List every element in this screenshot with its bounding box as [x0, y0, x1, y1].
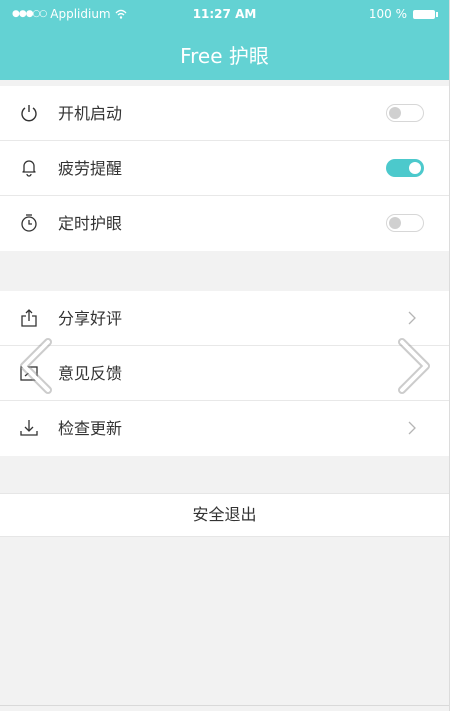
next-arrow-icon[interactable]	[392, 338, 438, 394]
setting-row-timed-eye-care: 定时护眼	[0, 196, 449, 251]
logout-button[interactable]: 安全退出	[0, 493, 449, 537]
chevron-right-icon	[408, 421, 416, 435]
toggle-knob	[389, 217, 401, 229]
actions-group: 分享好评 意见反馈 检查更新	[0, 291, 449, 456]
timer-icon	[19, 213, 39, 233]
settings-group: 开机启动 疲劳提醒 定时护眼	[0, 86, 449, 251]
app-header: ●●●○○ Applidium 11:27 AM 100 % Free 护眼	[0, 0, 449, 80]
window-edge	[449, 0, 456, 711]
chevron-right-icon	[408, 311, 416, 325]
setting-label: 疲劳提醒	[58, 159, 123, 178]
toggle-knob	[389, 107, 401, 119]
action-label: 检查更新	[58, 419, 123, 438]
toggle-knob	[409, 162, 421, 174]
setting-row-startup: 开机启动	[0, 86, 449, 141]
download-icon	[19, 418, 39, 438]
bottom-divider	[0, 705, 449, 706]
status-right: 100 %	[368, 7, 438, 21]
action-row-check-update[interactable]: 检查更新	[0, 401, 449, 456]
setting-label: 定时护眼	[58, 214, 123, 233]
bell-icon	[19, 158, 39, 178]
battery-icon	[413, 9, 438, 19]
fatigue-reminder-toggle[interactable]	[386, 159, 424, 177]
share-icon	[19, 308, 39, 328]
action-row-share[interactable]: 分享好评	[0, 291, 449, 346]
status-bar: ●●●○○ Applidium 11:27 AM 100 %	[0, 0, 449, 28]
power-icon	[19, 103, 39, 123]
action-row-feedback[interactable]: 意见反馈	[0, 346, 449, 401]
action-label: 意见反馈	[58, 364, 123, 383]
page-title: Free 护眼	[180, 44, 269, 68]
setting-label: 开机启动	[58, 104, 123, 123]
battery-percent: 100 %	[368, 7, 407, 21]
setting-row-fatigue-reminder: 疲劳提醒	[0, 141, 449, 196]
previous-arrow-icon[interactable]	[14, 338, 60, 394]
app-screen: ●●●○○ Applidium 11:27 AM 100 % Free 护眼 开…	[0, 0, 449, 711]
startup-toggle[interactable]	[386, 104, 424, 122]
action-label: 分享好评	[58, 309, 123, 328]
timed-eye-care-toggle[interactable]	[386, 214, 424, 232]
